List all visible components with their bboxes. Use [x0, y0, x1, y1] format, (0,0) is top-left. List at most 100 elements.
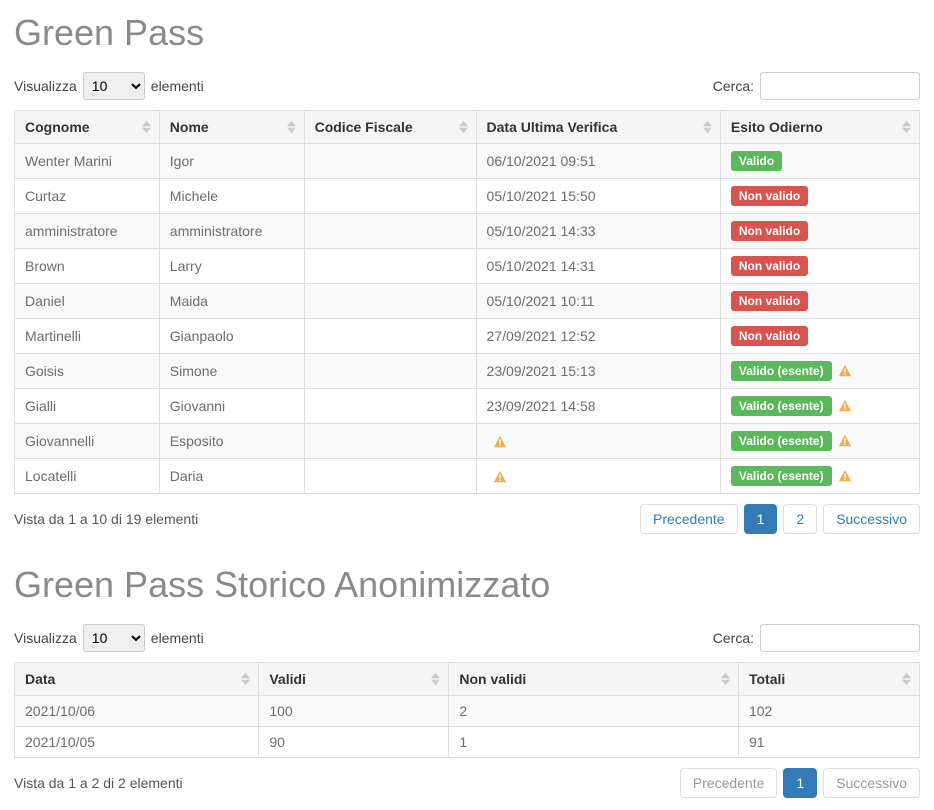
- sort-icon: [287, 121, 296, 134]
- cell-data: 05/10/2021 15:50: [476, 179, 720, 214]
- status-badge: Valido (esente): [731, 396, 832, 416]
- column-label: Validi: [269, 671, 306, 687]
- column-label: Non validi: [459, 671, 526, 687]
- cell-nome: Larry: [159, 249, 304, 284]
- table-row: GiovannelliEsposito Valido (esente): [15, 424, 920, 459]
- cell-cognome: Locatelli: [15, 459, 160, 494]
- warning-icon: [838, 399, 852, 413]
- length-control-hist: Visualizza 10 elementi: [14, 624, 204, 652]
- sort-icon: [241, 673, 250, 686]
- warning-icon: [838, 364, 852, 378]
- column-label: Totali: [749, 671, 785, 687]
- table-row: DanielMaida05/10/2021 10:11Non valido: [15, 284, 920, 319]
- cell-nonvalidi: 1: [449, 727, 739, 758]
- column-header[interactable]: Validi: [259, 663, 449, 696]
- column-label: Codice Fiscale: [315, 119, 413, 135]
- warning-icon: [838, 469, 852, 483]
- cell-cognome: Martinelli: [15, 319, 160, 354]
- greenpass-table: Cognome Nome Codice Fiscale Data Ultima Ver…: [14, 110, 920, 494]
- cell-data: 2021/10/05: [15, 727, 259, 758]
- prev-button[interactable]: Precedente: [640, 504, 738, 534]
- column-header[interactable]: Non validi: [449, 663, 739, 696]
- cell-esito: Valido (esente): [720, 389, 919, 424]
- cell-data: 2021/10/06: [15, 696, 259, 727]
- entries-label: elementi: [151, 78, 204, 94]
- page-button[interactable]: 1: [783, 768, 817, 798]
- cell-cf: [304, 249, 476, 284]
- search-control: Cerca:: [713, 72, 920, 100]
- cell-cf: [304, 389, 476, 424]
- status-badge: Valido (esente): [731, 431, 832, 451]
- length-select-hist[interactable]: 10: [83, 624, 145, 652]
- cell-esito: Valido (esente): [720, 354, 919, 389]
- cell-data: 23/09/2021 14:58: [476, 389, 720, 424]
- search-label: Cerca:: [713, 630, 754, 646]
- column-header[interactable]: Cognome: [15, 111, 160, 144]
- cell-cognome: Gialli: [15, 389, 160, 424]
- cell-data: 05/10/2021 10:11: [476, 284, 720, 319]
- cell-data: [476, 459, 720, 494]
- entries-label: elementi: [151, 630, 204, 646]
- cell-validi: 100: [259, 696, 449, 727]
- sort-icon: [142, 121, 151, 134]
- search-control-hist: Cerca:: [713, 624, 920, 652]
- length-select[interactable]: 10: [83, 72, 145, 100]
- search-input-hist[interactable]: [760, 624, 920, 652]
- cell-cf: [304, 424, 476, 459]
- cell-esito: Valido (esente): [720, 424, 919, 459]
- cell-cf: [304, 144, 476, 179]
- cell-cognome: Giovannelli: [15, 424, 160, 459]
- sort-icon: [431, 673, 440, 686]
- cell-nonvalidi: 2: [449, 696, 739, 727]
- table-row: MartinelliGianpaolo27/09/2021 12:52Non v…: [15, 319, 920, 354]
- show-label: Visualizza: [14, 630, 77, 646]
- cell-data: 23/09/2021 15:13: [476, 354, 720, 389]
- table-info-hist: Vista da 1 a 2 di 2 elementi: [14, 775, 183, 791]
- history-table: Data Validi Non validi Totali 2021/10/06100…: [14, 662, 920, 758]
- column-label: Nome: [170, 119, 209, 135]
- cell-data: 05/10/2021 14:31: [476, 249, 720, 284]
- cell-nome: Esposito: [159, 424, 304, 459]
- column-header[interactable]: Data: [15, 663, 259, 696]
- table-row: amministratoreamministratore 05/10/2021 1…: [15, 214, 920, 249]
- status-badge: Valido (esente): [731, 361, 832, 381]
- column-header[interactable]: Codice Fiscale: [304, 111, 476, 144]
- next-button: Successivo: [823, 768, 920, 798]
- column-header[interactable]: Data Ultima Verifica: [476, 111, 720, 144]
- column-label: Cognome: [25, 119, 90, 135]
- search-input[interactable]: [760, 72, 920, 100]
- column-header[interactable]: Totali: [738, 663, 919, 696]
- cell-nome: Daria: [159, 459, 304, 494]
- cell-cognome: amministratore: [15, 214, 160, 249]
- column-label: Esito Odierno: [731, 119, 823, 135]
- sort-icon: [703, 121, 712, 134]
- cell-nome: amministratore: [159, 214, 304, 249]
- cell-esito: Non valido: [720, 179, 919, 214]
- cell-nome: Simone: [159, 354, 304, 389]
- next-button[interactable]: Successivo: [823, 504, 920, 534]
- column-header[interactable]: Esito Odierno: [720, 111, 919, 144]
- page-button[interactable]: 2: [783, 504, 817, 534]
- cell-cognome: Goisis: [15, 354, 160, 389]
- cell-data: [476, 424, 720, 459]
- column-label: Data Ultima Verifica: [487, 119, 618, 135]
- status-badge: Valido (esente): [731, 466, 832, 486]
- column-header[interactable]: Nome: [159, 111, 304, 144]
- cell-esito: Non valido: [720, 214, 919, 249]
- page-button[interactable]: 1: [744, 504, 778, 534]
- table-row: GialliGiovanni 23/09/2021 14:58 Valido (es…: [15, 389, 920, 424]
- cell-data: 05/10/2021 14:33: [476, 214, 720, 249]
- cell-data: 06/10/2021 09:51: [476, 144, 720, 179]
- table-row: 2021/10/0590191: [15, 727, 920, 758]
- table-row: CurtazMichele 05/10/2021 15:50Non valido: [15, 179, 920, 214]
- table-row: GoisisSimone 23/09/2021 15:13 Valido (esen…: [15, 354, 920, 389]
- cell-cognome: Wenter Marini: [15, 144, 160, 179]
- cell-nome: Michele: [159, 179, 304, 214]
- cell-nome: Igor: [159, 144, 304, 179]
- cell-nome: Giovanni: [159, 389, 304, 424]
- status-badge: Non valido: [731, 291, 808, 311]
- cell-cognome: Curtaz: [15, 179, 160, 214]
- table-row: BrownLarry05/10/2021 14:31Non valido: [15, 249, 920, 284]
- show-label: Visualizza: [14, 78, 77, 94]
- status-badge: Non valido: [731, 326, 808, 346]
